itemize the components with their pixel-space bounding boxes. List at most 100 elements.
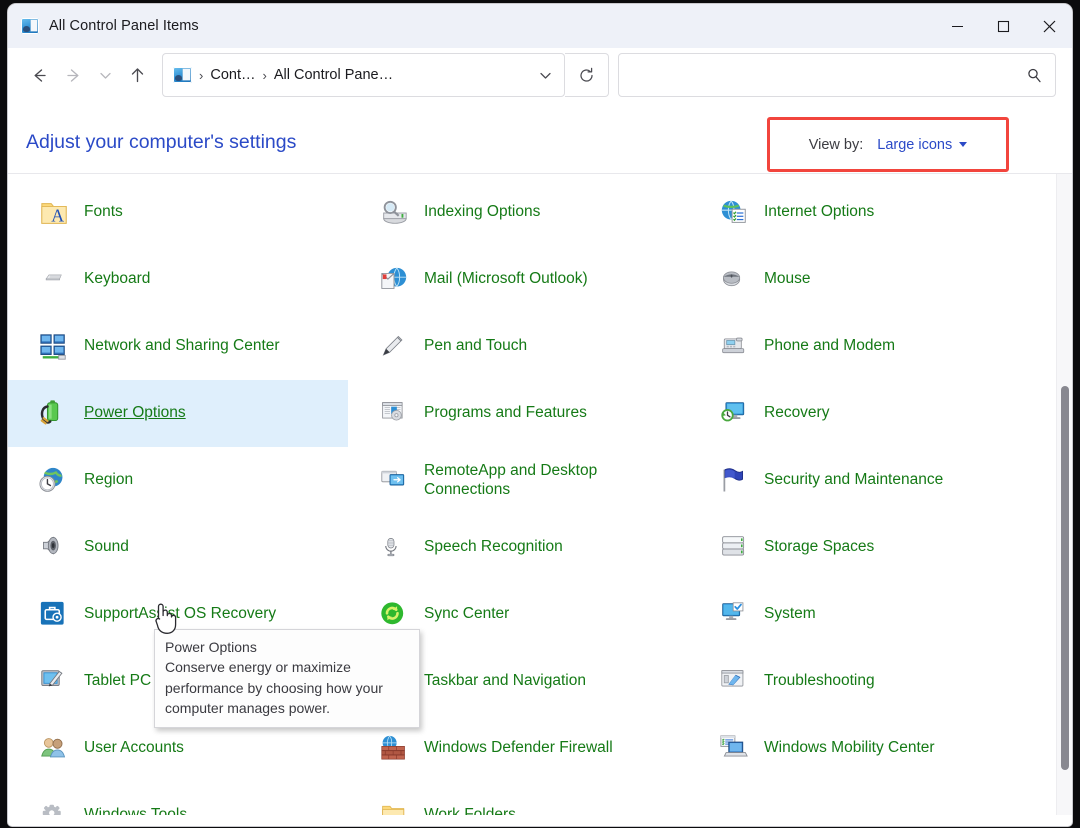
control-panel-item-label[interactable]: Pen and Touch	[416, 337, 527, 356]
breadcrumb-control-panel-icon[interactable]	[173, 67, 192, 83]
control-panel-item-label[interactable]: Windows Mobility Center	[756, 739, 935, 758]
control-panel-item[interactable]: Mail (Microsoft Outlook)	[348, 246, 688, 313]
control-panel-item[interactable]: Windows Tools	[8, 782, 348, 815]
control-panel-item-label[interactable]: Recovery	[756, 404, 829, 423]
maximize-button[interactable]	[980, 4, 1026, 48]
system-icon	[712, 602, 756, 628]
sync-center-icon	[372, 601, 416, 629]
view-by-control[interactable]: View by: Large icons	[767, 117, 1009, 172]
control-panel-item-label[interactable]: System	[756, 605, 816, 624]
control-panel-item[interactable]: Work Folders	[348, 782, 688, 815]
control-panel-item[interactable]: RemoteApp and Desktop Connections	[348, 447, 688, 514]
view-by-label: View by:	[809, 137, 864, 153]
control-panel-item-label[interactable]: SupportAssist OS Recovery	[76, 605, 276, 624]
internet-options-icon	[712, 198, 756, 228]
up-arrow-icon[interactable]	[120, 59, 154, 91]
breadcrumb-item-all-control-panel-items[interactable]: All Control Pane…	[274, 67, 393, 83]
address-bar[interactable]: › Cont… › All Control Pane…	[162, 53, 565, 97]
control-panel-item-label[interactable]: Region	[76, 471, 133, 490]
control-panel-item[interactable]: A Fonts	[8, 179, 348, 246]
control-panel-item-label[interactable]: Phone and Modem	[756, 337, 895, 356]
tablet-pc-icon	[32, 668, 76, 696]
fonts-icon: A	[32, 198, 76, 228]
control-panel-item-label[interactable]: Windows Tools	[76, 806, 187, 815]
control-panel-item-label[interactable]: Network and Sharing Center	[76, 337, 280, 356]
recent-locations-chevron-down-icon[interactable]	[90, 59, 120, 91]
speech-recognition-icon	[372, 533, 416, 563]
scrollbar-thumb[interactable]	[1061, 386, 1069, 770]
troubleshooting-icon	[712, 669, 756, 695]
network-sharing-icon	[32, 332, 76, 362]
control-panel-item-label[interactable]: Sound	[76, 538, 129, 557]
user-accounts-icon	[32, 735, 76, 763]
control-panel-item-label[interactable]: Taskbar and Navigation	[416, 672, 586, 691]
windows-defender-firewall-icon	[372, 735, 416, 763]
breadcrumb-item-control-panel[interactable]: Cont…	[210, 67, 255, 83]
power-options-icon	[32, 399, 76, 429]
control-panel-item[interactable]: Pen and Touch	[348, 313, 688, 380]
control-panel-item[interactable]: System	[688, 581, 1042, 648]
view-by-value[interactable]: Large icons	[877, 137, 952, 153]
address-chevron-down-icon[interactable]	[530, 68, 560, 83]
control-panel-item-label[interactable]: Mouse	[756, 270, 811, 289]
control-panel-item-label[interactable]: Troubleshooting	[756, 672, 875, 691]
search-input[interactable]	[631, 67, 1026, 83]
window-title: All Control Panel Items	[49, 18, 199, 34]
svg-text:A: A	[51, 205, 64, 225]
keyboard-icon	[32, 271, 76, 289]
control-panel-item[interactable]: Mouse	[688, 246, 1042, 313]
control-panel-item[interactable]: Programs and Features	[348, 380, 688, 447]
back-arrow-icon[interactable]	[22, 59, 56, 91]
control-panel-item[interactable]: Internet Options	[688, 179, 1042, 246]
control-panel-item[interactable]: Region	[8, 447, 348, 514]
control-panel-item[interactable]: Phone and Modem	[688, 313, 1042, 380]
control-panel-item-label[interactable]: Sync Center	[416, 605, 509, 624]
control-panel-item[interactable]: Storage Spaces	[688, 514, 1042, 581]
windows-tools-icon	[32, 804, 76, 816]
control-panel-item-label[interactable]: User Accounts	[76, 739, 184, 758]
refresh-icon[interactable]	[565, 53, 609, 97]
control-panel-item-label[interactable]: Programs and Features	[416, 404, 587, 423]
search-box[interactable]	[618, 53, 1056, 97]
control-panel-item-label[interactable]: Mail (Microsoft Outlook)	[416, 270, 588, 289]
supportassist-icon	[32, 601, 76, 629]
page-title: Adjust your computer's settings	[26, 131, 296, 154]
control-panel-item[interactable]: Windows Mobility Center	[688, 715, 1042, 782]
vertical-scrollbar[interactable]	[1056, 174, 1072, 815]
breadcrumb-separator: ›	[255, 68, 273, 83]
windows-mobility-center-icon	[712, 735, 756, 763]
tooltip-line-1: Conserve energy or maximize	[165, 657, 410, 677]
header-band: Adjust your computer's settings View by:…	[8, 102, 1072, 174]
minimize-button[interactable]	[934, 4, 980, 48]
control-panel-item[interactable]: Power Options	[8, 380, 348, 447]
tooltip-line-2: performance by choosing how your	[165, 678, 410, 698]
mail-icon	[372, 265, 416, 295]
view-by-chevron-down-icon[interactable]	[959, 142, 967, 147]
control-panel-item-label[interactable]: Keyboard	[76, 270, 150, 289]
search-icon[interactable]	[1026, 67, 1043, 84]
forward-arrow-icon[interactable]	[56, 59, 90, 91]
control-panel-item-label[interactable]: Indexing Options	[416, 203, 540, 222]
title-bar: All Control Panel Items	[8, 4, 1072, 48]
control-panel-item-label[interactable]: Speech Recognition	[416, 538, 563, 557]
close-button[interactable]	[1026, 4, 1072, 48]
control-panel-item[interactable]: Network and Sharing Center	[8, 313, 348, 380]
control-panel-item-label[interactable]: Fonts	[76, 203, 123, 222]
control-panel-item[interactable]: Sound	[8, 514, 348, 581]
control-panel-item-label[interactable]: Storage Spaces	[756, 538, 874, 557]
control-panel-item-label[interactable]: Security and Maintenance	[756, 471, 943, 490]
control-panel-item[interactable]: Speech Recognition	[348, 514, 688, 581]
phone-modem-icon	[712, 334, 756, 360]
control-panel-item[interactable]: Keyboard	[8, 246, 348, 313]
control-panel-item-label[interactable]: Work Folders	[416, 806, 516, 815]
control-panel-item[interactable]: Troubleshooting	[688, 648, 1042, 715]
security-maintenance-icon	[712, 466, 756, 496]
control-panel-item[interactable]: Security and Maintenance	[688, 447, 1042, 514]
control-panel-item-label[interactable]: Windows Defender Firewall	[416, 739, 613, 758]
control-panel-item-label[interactable]: Internet Options	[756, 203, 874, 222]
control-panel-item-label[interactable]: RemoteApp and Desktop Connections	[416, 462, 668, 500]
control-panel-item[interactable]: Recovery	[688, 380, 1042, 447]
programs-features-icon	[372, 401, 416, 427]
control-panel-item[interactable]: Indexing Options	[348, 179, 688, 246]
control-panel-item-label[interactable]: Power Options	[76, 404, 186, 423]
